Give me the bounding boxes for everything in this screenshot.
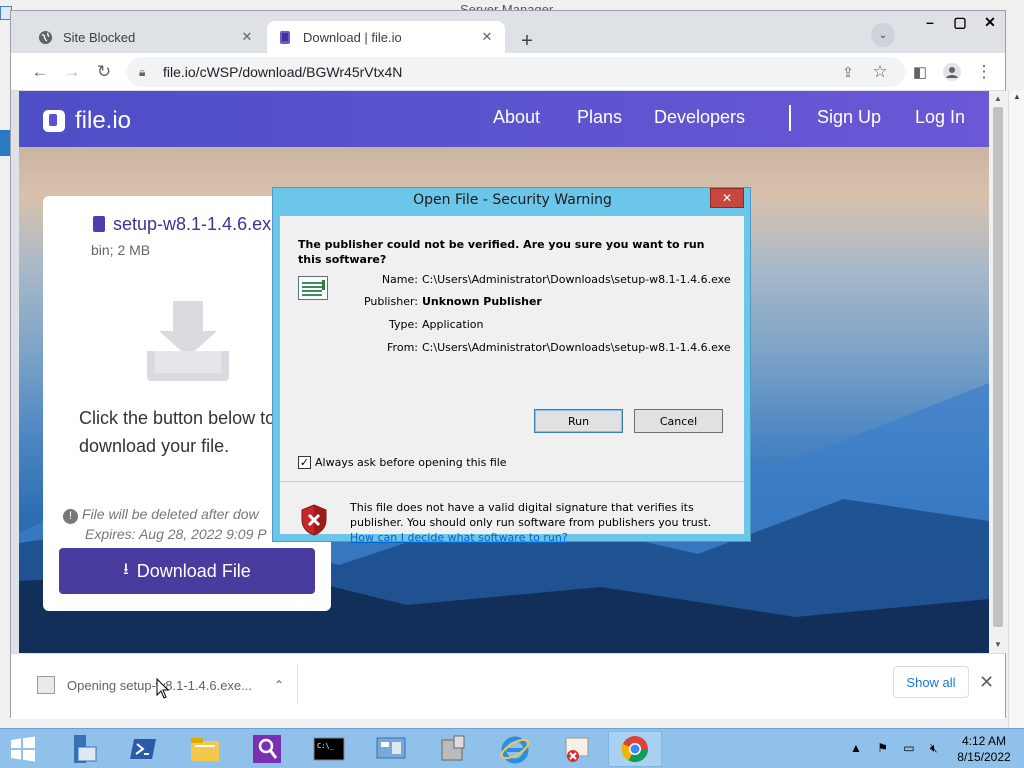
security-warning-dialog: Open File - Security Warning ✕ The publi… [272,187,751,544]
system-tray[interactable]: ▲ ⚑ ▭ 🔇︎ [850,741,944,756]
info-icon: ! [63,509,78,524]
type-label: Type: [389,318,418,331]
plus-icon[interactable]: + [513,27,541,55]
scroll-up-icon[interactable]: ▲ [1012,92,1022,102]
checkbox-label: Always ask before opening this file [315,456,507,469]
file-icon [93,216,105,232]
star-icon[interactable]: ☆ [869,61,891,83]
lock-icon[interactable]: 🔒︎ [139,65,153,80]
mouse-cursor-icon [156,678,170,699]
nav-developers[interactable]: Developers [654,107,745,128]
taskbar: C:\_ ▲ ⚑ ▭ 🔇︎ 4:12 AM 8/15/2022 [0,728,1024,768]
fileio-icon [277,29,293,45]
certificate-taskbar-icon[interactable] [550,731,604,767]
file-meta: bin; 2 MB [91,242,151,258]
scroll-up-icon[interactable]: ▲ [993,94,1003,104]
server-manager-taskbar-icon[interactable] [54,731,108,767]
nav-login[interactable]: Log In [915,107,965,128]
fileio-logo-icon [43,110,65,132]
run-button[interactable]: Run [534,409,623,433]
dialog-body: The publisher could not be verified. Are… [280,216,744,544]
application-icon [298,276,328,300]
download-icon: ⭳ [123,560,129,578]
chevron-down-icon[interactable]: ⌄ [871,23,895,47]
back-icon[interactable]: ← [29,61,51,83]
type-value: Application [422,318,484,331]
site-logo[interactable]: file.io [43,107,131,135]
site-header: file.io About Plans Developers Sign Up L… [19,91,989,147]
cancel-button[interactable]: Cancel [634,409,723,433]
dialog-close-button[interactable]: ✕ [710,188,744,208]
scroll-thumb[interactable] [993,107,1003,627]
divider [297,664,298,704]
warning-message: This file does not have a valid digital … [350,501,712,529]
close-icon[interactable]: ✕ [479,29,495,45]
download-icon [147,301,229,383]
close-icon[interactable]: ✕ [239,29,255,45]
command-prompt-taskbar-icon[interactable]: C:\_ [302,731,356,767]
address-bar[interactable]: 🔒︎ file.io/cWSP/download/BGWr45rVtx4N [127,57,905,87]
control-panel-taskbar-icon[interactable] [364,731,418,767]
logo-text: file.io [75,107,132,134]
clock-time: 4:12 AM [961,734,1007,748]
profile-icon[interactable] [941,61,963,83]
tab-title: Download | file.io [303,29,402,45]
from-label: From: [387,341,418,354]
svg-text:C:\_: C:\_ [317,742,335,750]
menu-icon[interactable]: ⋮ [973,61,995,83]
search-taskbar-icon[interactable] [240,731,294,767]
file-name: setup-w8.1-1.4.6.exe [113,214,282,234]
publisher-label: Publisher: [363,295,418,308]
windows-start-icon[interactable] [6,735,40,763]
background-scrollbar[interactable]: ▲ [1008,90,1024,730]
nav-signup[interactable]: Sign Up [817,107,881,128]
nav-separator [789,105,791,131]
shield-icon [301,504,327,536]
always-ask-checkbox[interactable]: ✓ Always ask before opening this file [298,456,507,469]
show-all-button[interactable]: Show all [893,666,969,698]
internet-explorer-taskbar-icon[interactable] [488,731,542,767]
dialog-heading: The publisher could not be verified. Are… [298,238,705,266]
browser-toolbar: ← → ↻ 🔒︎ file.io/cWSP/download/BGWr45rVt… [11,53,1005,91]
dialog-title: Open File - Security Warning [413,192,612,208]
globe-icon [37,29,53,45]
dialog-footer: This file does not have a valid digital … [280,482,744,544]
nav-plans[interactable]: Plans [577,107,622,128]
download-button-label: Download File [136,560,251,581]
checkmark-icon[interactable]: ✓ [298,456,311,469]
sidepanel-icon[interactable]: ◧ [909,61,931,83]
installer-icon [37,676,55,694]
scroll-down-icon[interactable]: ▼ [993,640,1003,650]
nav-about[interactable]: About [493,107,540,128]
chevron-up-icon[interactable]: ⌃ [274,678,284,692]
reload-icon[interactable]: ↻ [93,61,115,83]
close-icon[interactable]: ✕ [979,672,994,693]
tab-title: Site Blocked [63,29,136,45]
notice-line-1: File will be deleted after dow [82,506,259,522]
tab-download-fileio[interactable]: Download | file.io ✕ [267,21,505,53]
help-link[interactable]: How can I decide what software to run? [350,531,568,544]
powershell-taskbar-icon[interactable] [116,731,170,767]
clock-date: 8/15/2022 [957,750,1011,764]
from-value: C:\Users\Administrator\Downloads\setup-w… [422,341,731,354]
forward-icon[interactable]: → [61,61,83,83]
name-value: C:\Users\Administrator\Downloads\setup-w… [422,273,731,286]
url-text: file.io/cWSP/download/BGWr45rVtx4N [163,64,403,80]
installer-taskbar-icon[interactable] [426,731,480,767]
system-clock[interactable]: 4:12 AM 8/15/2022 [944,733,1024,765]
file-explorer-taskbar-icon[interactable] [178,731,232,767]
name-label: Name: [381,273,418,286]
warning-text: This file does not have a valid digital … [350,500,730,545]
chrome-taskbar-icon[interactable] [608,731,662,767]
download-file-button[interactable]: ⭳ Download File [59,548,315,594]
share-icon[interactable]: ⇪ [837,61,859,83]
tab-strip: Site Blocked ✕ Download | file.io ✕ + [11,19,1005,53]
tab-site-blocked[interactable]: Site Blocked ✕ [27,21,265,53]
publisher-value: Unknown Publisher [422,295,542,308]
page-scrollbar[interactable]: ▲ ▼ [989,91,1007,653]
